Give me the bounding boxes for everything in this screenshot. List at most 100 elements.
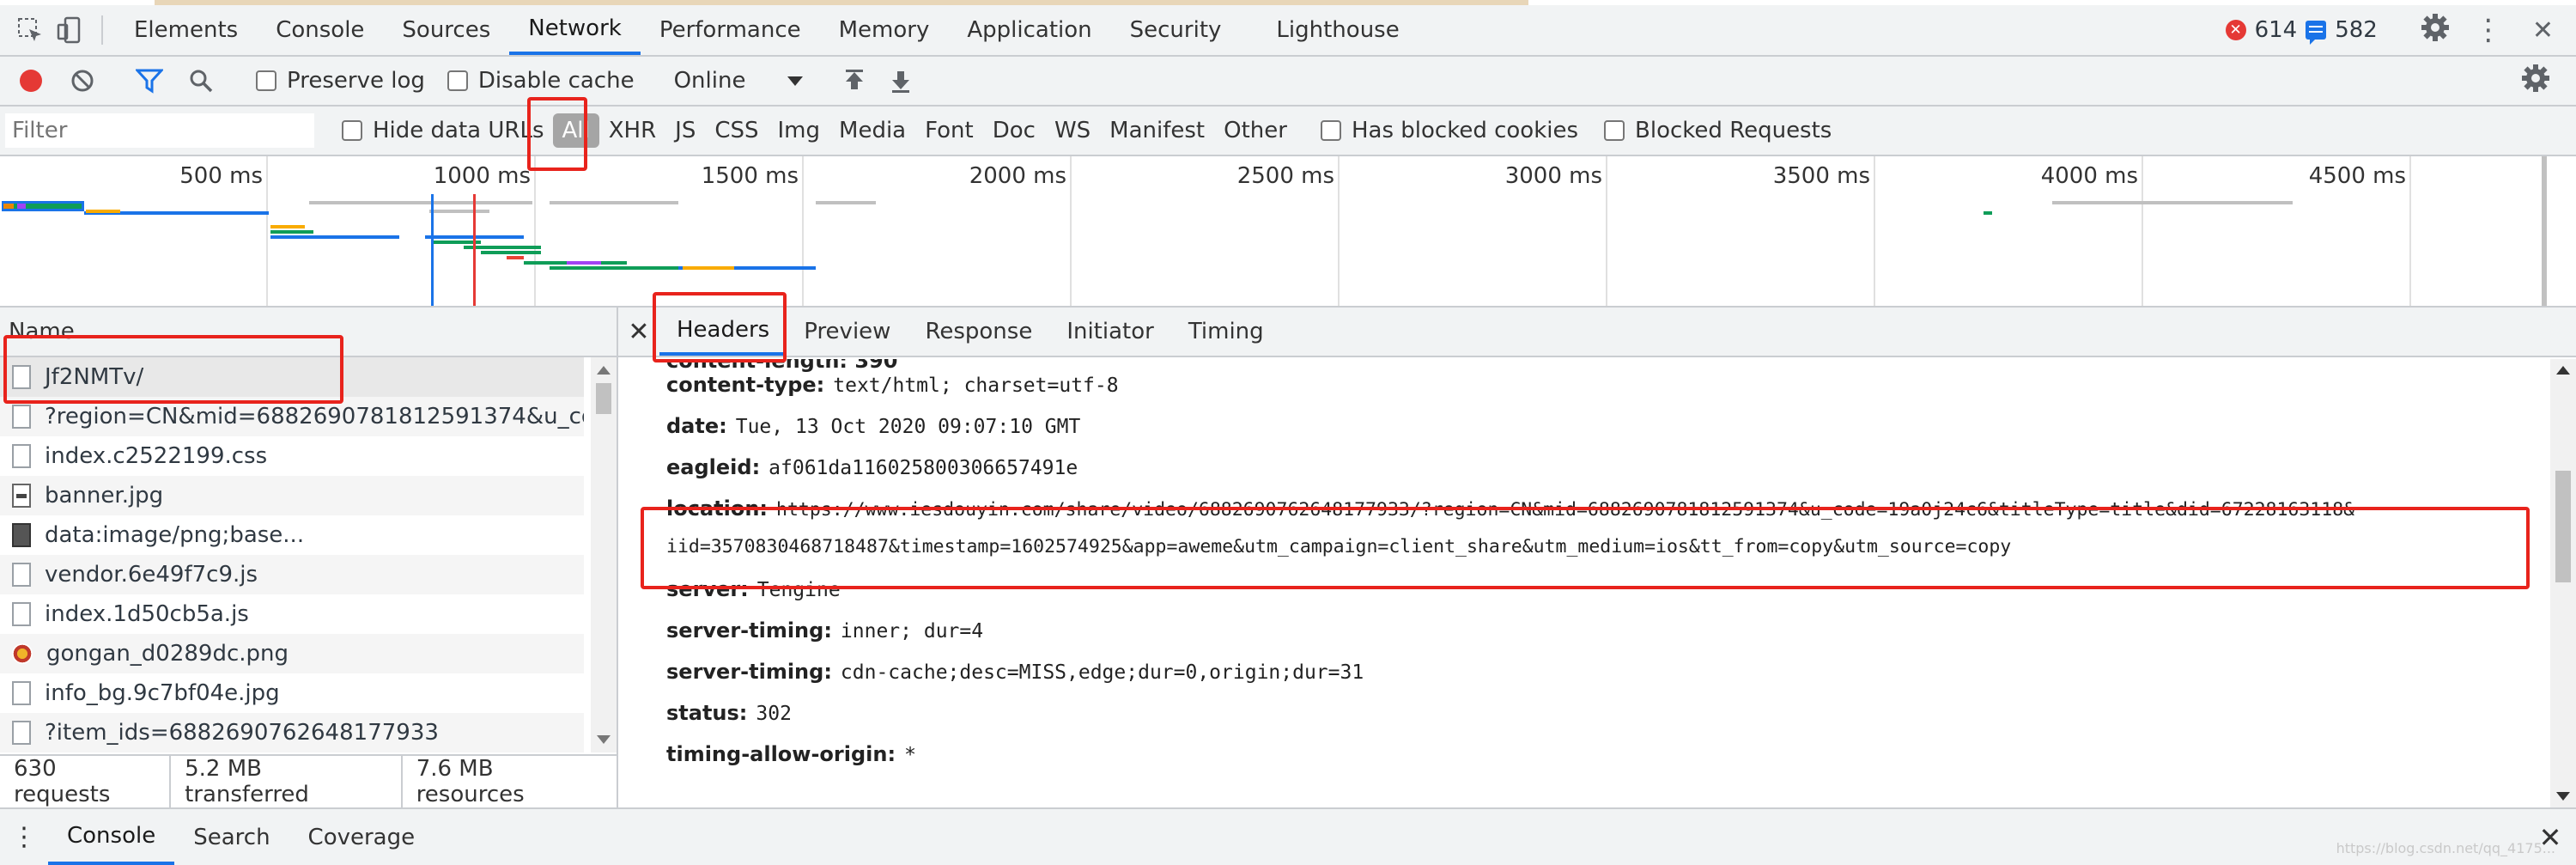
header-row: date: Tue, 13 Oct 2020 09:07:10 GMT bbox=[666, 414, 1080, 438]
filter-toggle-button[interactable] bbox=[129, 60, 170, 101]
message-count: 582 bbox=[2335, 17, 2378, 43]
request-row[interactable]: gongan_d0289dc.png bbox=[0, 634, 584, 673]
filter-type-manifest[interactable]: Manifest bbox=[1100, 113, 1214, 148]
request-row[interactable]: ?item_ids=6882690762648177933 bbox=[0, 713, 584, 752]
header-value: * bbox=[904, 744, 916, 766]
network-settings-gear-icon[interactable] bbox=[2521, 64, 2550, 99]
request-row[interactable]: banner.jpg bbox=[0, 476, 584, 515]
checkbox-box[interactable] bbox=[1320, 120, 1341, 141]
headers-scrollbar[interactable] bbox=[2550, 359, 2576, 807]
filter-type-img[interactable]: Img bbox=[769, 113, 830, 148]
filter-type-all[interactable]: All bbox=[552, 113, 599, 148]
filter-icon bbox=[136, 69, 163, 94]
tab-response[interactable]: Response bbox=[908, 308, 1049, 356]
request-row[interactable]: ?region=CN&mid=6882690781812591374&u_cod… bbox=[0, 397, 584, 436]
drawer-tab-console[interactable]: Console bbox=[48, 809, 175, 865]
record-button[interactable] bbox=[10, 60, 52, 101]
filter-type-xhr[interactable]: XHR bbox=[599, 113, 665, 148]
drawer-tab-search[interactable]: Search bbox=[174, 809, 289, 865]
checkbox-box[interactable] bbox=[447, 70, 468, 91]
filter-bar: Hide data URLs All XHR JS CSS Img Media … bbox=[0, 107, 2576, 156]
request-name: index.c2522199.css bbox=[45, 443, 268, 469]
filter-type-css[interactable]: CSS bbox=[705, 113, 768, 148]
more-menu-icon[interactable]: ⋮ bbox=[2474, 15, 2503, 45]
request-row[interactable]: vendor.6e49f7c9.js bbox=[0, 555, 584, 594]
search-button[interactable] bbox=[180, 60, 222, 101]
has-blocked-cookies-checkbox[interactable]: Has blocked cookies bbox=[1320, 118, 1578, 143]
request-row[interactable]: index.1d50cb5a.js bbox=[0, 594, 584, 634]
drawer-tab-coverage[interactable]: Coverage bbox=[289, 809, 434, 865]
name-column-header[interactable]: Name bbox=[0, 308, 617, 357]
tab-performance[interactable]: Performance bbox=[641, 5, 820, 55]
tab-preview[interactable]: Preview bbox=[787, 308, 908, 356]
header-value: 302 bbox=[756, 703, 792, 725]
tab-initiator[interactable]: Initiator bbox=[1049, 308, 1171, 356]
network-overview-timeline[interactable]: 500 ms 1000 ms 1500 ms 2000 ms 2500 ms 3… bbox=[0, 156, 2576, 308]
tab-security[interactable]: Security bbox=[1111, 5, 1241, 55]
checkbox-box[interactable] bbox=[1604, 120, 1625, 141]
header-value: Tue, 13 Oct 2020 09:07:10 GMT bbox=[735, 416, 1081, 438]
filter-type-other[interactable]: Other bbox=[1214, 113, 1297, 148]
header-value: text/html; charset=utf-8 bbox=[833, 375, 1119, 397]
scroll-up-icon[interactable] bbox=[2556, 366, 2570, 375]
overview-scroll-handle[interactable] bbox=[2542, 156, 2547, 306]
request-row[interactable]: index.c2522199.css bbox=[0, 436, 584, 476]
tab-memory[interactable]: Memory bbox=[820, 5, 949, 55]
tab-elements[interactable]: Elements bbox=[115, 5, 257, 55]
record-icon bbox=[20, 70, 42, 92]
preserve-log-checkbox[interactable]: Preserve log bbox=[256, 68, 425, 94]
message-icon bbox=[2306, 21, 2327, 45]
preserve-log-label: Preserve log bbox=[287, 68, 425, 94]
document-icon bbox=[12, 444, 31, 468]
throttling-select[interactable]: Online bbox=[665, 68, 811, 94]
request-row[interactable]: Jf2NMTv/ bbox=[0, 357, 584, 397]
scroll-thumb[interactable] bbox=[596, 383, 611, 414]
filter-type-js[interactable]: JS bbox=[665, 113, 705, 148]
request-row[interactable]: data:image/png;base... bbox=[0, 515, 584, 555]
hide-data-urls-label: Hide data URLs bbox=[373, 118, 544, 143]
request-list-scrollbar[interactable] bbox=[591, 357, 617, 752]
request-row[interactable]: info_bg.9c7bf04e.jpg bbox=[0, 673, 584, 713]
header-key: timing-allow-origin: bbox=[666, 742, 896, 766]
header-row-location: location: https://www.iesdouyin.com/share… bbox=[666, 496, 2354, 521]
scroll-down-icon[interactable] bbox=[597, 735, 611, 744]
scroll-thumb[interactable] bbox=[2555, 471, 2571, 582]
clear-button[interactable] bbox=[62, 60, 103, 101]
filter-type-doc[interactable]: Doc bbox=[983, 113, 1045, 148]
device-toolbar-icon[interactable] bbox=[50, 5, 89, 55]
close-drawer-icon[interactable]: ✕ bbox=[2524, 809, 2576, 865]
tab-timing[interactable]: Timing bbox=[1171, 308, 1281, 356]
filter-type-ws[interactable]: WS bbox=[1045, 113, 1100, 148]
tab-lighthouse[interactable]: Lighthouse bbox=[1240, 5, 1418, 55]
hide-data-urls-checkbox[interactable]: Hide data URLs bbox=[342, 118, 544, 143]
filter-type-media[interactable]: Media bbox=[829, 113, 915, 148]
disable-cache-checkbox[interactable]: Disable cache bbox=[447, 68, 635, 94]
tab-network[interactable]: Network bbox=[509, 5, 641, 55]
close-devtools-icon[interactable]: ✕ bbox=[2532, 15, 2554, 46]
tab-sources[interactable]: Sources bbox=[383, 5, 509, 55]
checkbox-box[interactable] bbox=[256, 70, 276, 91]
main-tab-bar: Elements Console Sources Network Perform… bbox=[0, 5, 2576, 57]
tab-application[interactable]: Application bbox=[948, 5, 1110, 55]
blocked-requests-checkbox[interactable]: Blocked Requests bbox=[1604, 118, 1832, 143]
header-key: server: bbox=[666, 577, 749, 601]
scroll-down-icon[interactable] bbox=[2556, 792, 2570, 801]
import-har-button[interactable] bbox=[834, 60, 875, 101]
chevron-down-icon bbox=[787, 76, 803, 86]
request-name: ?region=CN&mid=6882690781812591374&u_cod… bbox=[45, 404, 584, 429]
checkbox-box[interactable] bbox=[342, 120, 362, 141]
scroll-up-icon[interactable] bbox=[597, 366, 611, 375]
status-counters[interactable]: ✕ 614 582 ⋮ ✕ bbox=[2225, 5, 2576, 55]
tab-console[interactable]: Console bbox=[257, 5, 383, 55]
tab-headers[interactable]: Headers bbox=[659, 308, 787, 356]
drawer-menu-icon[interactable]: ⋮ bbox=[0, 809, 48, 865]
settings-gear-icon[interactable] bbox=[2421, 13, 2450, 48]
document-icon bbox=[12, 721, 31, 745]
timeline-label: 4500 ms bbox=[2308, 163, 2406, 189]
header-row: content-type: text/html; charset=utf-8 bbox=[666, 373, 1119, 397]
filter-type-font[interactable]: Font bbox=[915, 113, 983, 148]
close-detail-icon[interactable]: ✕ bbox=[618, 308, 659, 356]
filter-input[interactable] bbox=[5, 113, 314, 148]
export-har-button[interactable] bbox=[880, 60, 921, 101]
inspect-element-icon[interactable] bbox=[10, 5, 50, 55]
